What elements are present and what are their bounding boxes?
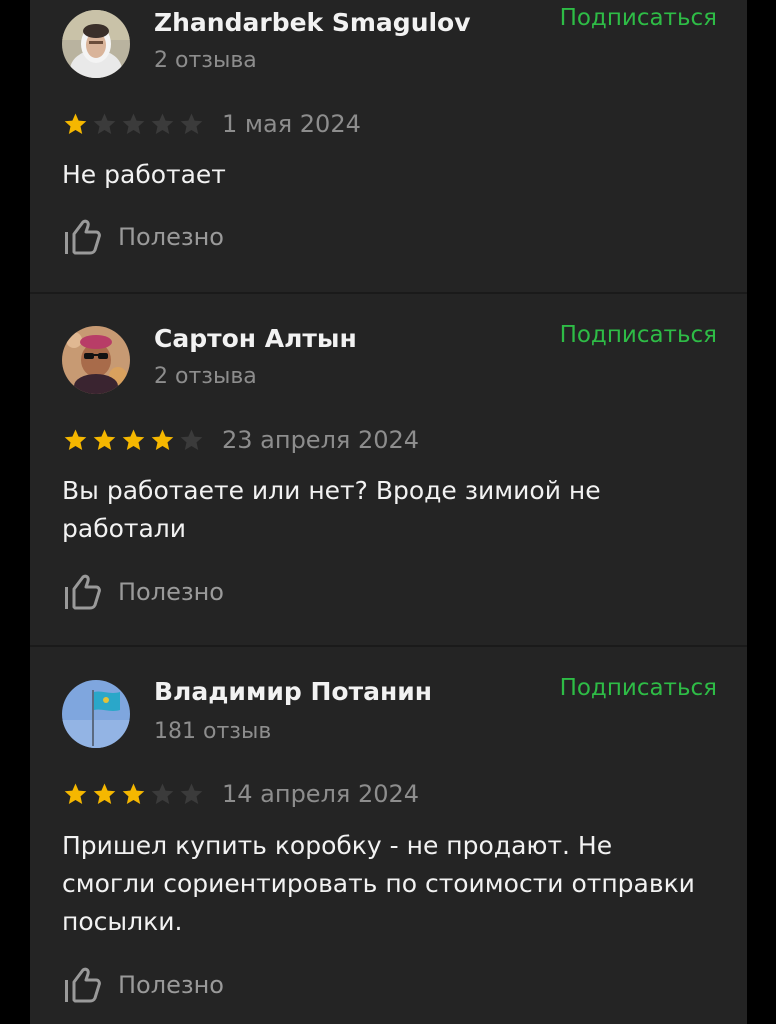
review-text: Вы работаете или нет? Вроде зимиой не ра… <box>62 476 601 543</box>
useful-label: Полезно <box>118 971 224 999</box>
subscribe-button[interactable]: Подписаться <box>560 322 717 348</box>
avatar-photo-person-white-hood-icon <box>62 10 130 78</box>
thumbs-up-icon <box>65 967 101 1003</box>
star-filled-icon <box>122 783 145 804</box>
star-filled-icon <box>122 429 145 450</box>
author-name[interactable]: Сартон Алтын <box>154 324 357 353</box>
author-reviews-count: 2 отзыва <box>154 48 257 73</box>
star-rating <box>63 428 208 452</box>
author-reviews-count: 181 отзыв <box>154 719 272 744</box>
review-text: Не работает <box>62 160 226 189</box>
star-filled-icon <box>64 783 87 804</box>
thumbs-up-icon <box>65 219 101 255</box>
review-card: Сартон Алтын 2 отзыва Подписаться 23 апр… <box>30 294 747 645</box>
avatar-photo-person-sunglasses-icon <box>62 326 130 394</box>
review-date: 1 мая 2024 <box>222 110 361 138</box>
avatar-photo-kazakhstan-flag-icon <box>62 680 130 748</box>
useful-button[interactable]: Полезно <box>62 965 224 1005</box>
review-card: Владимир Потанин 181 отзыв Подписаться 1… <box>30 647 747 1024</box>
rating-row: 1 мая 2024 <box>63 110 361 138</box>
star-filled-icon <box>93 783 116 804</box>
star-empty-icon <box>180 429 203 450</box>
page: Zhandarbek Smagulov 2 отзыва Подписаться… <box>0 0 776 1024</box>
author-name[interactable]: Zhandarbek Smagulov <box>154 8 471 37</box>
avatar[interactable] <box>62 326 130 394</box>
star-filled-icon <box>151 429 174 450</box>
reviews-feed: Zhandarbek Smagulov 2 отзыва Подписаться… <box>30 0 747 1024</box>
avatar[interactable] <box>62 680 130 748</box>
review-date: 14 апреля 2024 <box>222 780 420 808</box>
star-empty-icon <box>93 113 116 134</box>
star-empty-icon <box>180 113 203 134</box>
review-date: 23 апреля 2024 <box>222 426 420 454</box>
review-card: Zhandarbek Smagulov 2 отзыва Подписаться… <box>30 0 747 292</box>
star-empty-icon <box>151 783 174 804</box>
star-empty-icon <box>151 113 174 134</box>
star-filled-icon <box>64 429 87 450</box>
star-empty-icon <box>122 113 145 134</box>
subscribe-button[interactable]: Подписаться <box>560 5 717 31</box>
rating-row: 14 апреля 2024 <box>63 780 420 808</box>
useful-button[interactable]: Полезно <box>62 572 224 612</box>
thumbs-up-icon <box>65 574 101 610</box>
star-rating <box>63 782 208 806</box>
star-filled-icon <box>93 429 116 450</box>
useful-label: Полезно <box>118 578 224 606</box>
useful-label: Полезно <box>118 223 224 251</box>
rating-row: 23 апреля 2024 <box>63 426 420 454</box>
subscribe-button[interactable]: Подписаться <box>560 675 717 701</box>
author-reviews-count: 2 отзыва <box>154 364 257 389</box>
useful-button[interactable]: Полезно <box>62 217 224 257</box>
review-text: Пришел купить коробку - не продают. Не с… <box>62 831 695 936</box>
star-rating <box>63 112 208 136</box>
star-empty-icon <box>180 783 203 804</box>
star-filled-icon <box>64 113 87 134</box>
avatar[interactable] <box>62 10 130 78</box>
author-name[interactable]: Владимир Потанин <box>154 677 432 706</box>
